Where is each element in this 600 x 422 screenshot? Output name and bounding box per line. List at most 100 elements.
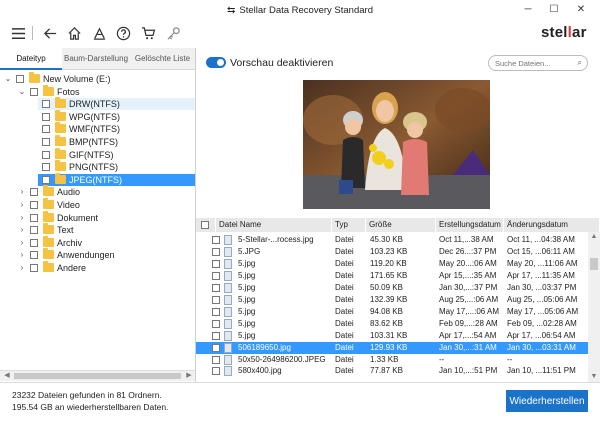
tree-node[interactable]: GIF(NTFS) (38, 147, 195, 161)
scroll-thumb[interactable] (14, 373, 181, 379)
tree-expander-icon[interactable]: › (18, 199, 26, 211)
tree-node[interactable]: › Dokument (0, 210, 195, 224)
minimize-button[interactable]: ─ (516, 2, 540, 18)
tree-expander-icon[interactable]: › (18, 249, 26, 261)
tree-checkbox[interactable] (30, 213, 38, 222)
maximize-button[interactable]: ☐ (542, 2, 566, 18)
row-checkbox[interactable] (212, 307, 220, 316)
tree-checkbox[interactable] (42, 163, 50, 172)
row-checkbox[interactable] (212, 236, 220, 244)
search-box[interactable]: ⌕ (488, 55, 588, 71)
menu-button[interactable] (9, 24, 27, 42)
tree-checkbox[interactable] (30, 238, 38, 247)
tree-node[interactable]: PNG(NTFS) (38, 160, 195, 173)
tree-node[interactable]: › Text (0, 223, 195, 236)
tree-horizontal-scrollbar[interactable]: ◀ ▶ (0, 370, 195, 381)
tree-checkbox[interactable] (42, 150, 50, 159)
table-row[interactable]: 506189650.jpg Datei 129.93 KB Jan 30,...:31… (196, 341, 588, 354)
activation-key-button[interactable] (164, 24, 182, 42)
scroll-left-icon[interactable]: ◀ (2, 371, 12, 381)
tree-checkbox[interactable] (16, 75, 24, 83)
tree-expander-icon[interactable]: › (18, 262, 26, 274)
table-row[interactable]: 5.jpg Datei 50.09 KB Jan 30,...:37 PM Jan 30… (196, 282, 588, 294)
tree-checkbox[interactable] (42, 100, 50, 109)
tree-checkbox[interactable] (30, 251, 38, 260)
row-checkbox[interactable] (212, 367, 220, 376)
table-row[interactable]: 5.jpg Datei 103.31 KB Apr 17,...:54 AM Apr 1… (196, 330, 588, 342)
scroll-right-icon[interactable]: ▶ (184, 371, 194, 381)
tree-node[interactable]: ⌄ New Volume (E:) (0, 72, 195, 85)
tree-checkbox[interactable] (30, 264, 38, 272)
tab-tree-view[interactable]: Baum-Darstellung (62, 48, 130, 70)
search-icon[interactable]: ⌕ (578, 58, 582, 68)
table-cell: 5-Stellar-...rocess.jpg (238, 235, 314, 244)
tree-checkbox[interactable] (42, 175, 50, 184)
tree-expander-icon[interactable]: › (18, 237, 26, 249)
recover-button[interactable]: Wiederherstellen (506, 390, 588, 412)
tree-checkbox[interactable] (30, 201, 38, 209)
table-vertical-scrollbar[interactable]: ▲ ▼ (588, 232, 600, 382)
column-header-name[interactable]: Datei Name (216, 218, 332, 232)
tree-expander-icon[interactable]: › (18, 212, 26, 224)
row-checkbox[interactable] (212, 259, 220, 268)
row-checkbox[interactable] (212, 319, 220, 328)
close-button[interactable]: ✕ (569, 2, 593, 18)
home-button[interactable] (65, 24, 83, 42)
header-select-all[interactable] (196, 218, 216, 232)
tree-checkbox[interactable] (42, 138, 50, 146)
tree-node[interactable]: › Anwendungen (0, 248, 195, 261)
table-row[interactable]: 5-Stellar-...rocess.jpg Datei 45.30 KB Oct … (196, 234, 588, 246)
tree-node[interactable]: › Archiv (0, 235, 195, 249)
tree-expander-icon[interactable]: › (18, 186, 26, 198)
tree-expander-icon[interactable]: ⌄ (4, 73, 12, 85)
row-checkbox[interactable] (212, 343, 220, 352)
tree-checkbox[interactable] (42, 112, 50, 121)
table-cell: 129.93 KB (370, 342, 408, 352)
scroll-down-icon[interactable]: ▼ (588, 372, 600, 382)
scroll-up-icon[interactable]: ▲ (588, 232, 600, 242)
column-header-type[interactable]: Typ (332, 218, 366, 232)
row-checkbox[interactable] (212, 271, 220, 280)
tab-deleted-list[interactable]: Gelöschte Liste (130, 48, 195, 70)
tree-node[interactable]: ⌄ Fotos (0, 84, 195, 98)
table-row[interactable]: 5.jpg Datei 83.62 KB Feb 09,...:28 AM Feb 09… (196, 318, 588, 330)
tree-node[interactable]: WMF(NTFS) (38, 122, 195, 135)
tree-checkbox[interactable] (30, 87, 38, 96)
cart-button[interactable] (139, 24, 157, 42)
table-row[interactable]: 50x50-264986200.JPEG Datei 1.33 KB -- -- (196, 354, 588, 366)
table-row[interactable]: 5.jpg Datei 119.20 KB May 20...:06 AM May 20… (196, 258, 588, 270)
column-header-modified[interactable]: Änderungsdatum (504, 218, 600, 232)
tree-node[interactable]: › Video (0, 198, 195, 211)
tree-node[interactable]: JPEG(NTFS) (38, 172, 195, 186)
tree-checkbox[interactable] (30, 188, 38, 197)
preview-toggle[interactable] (206, 57, 226, 68)
tree-node[interactable]: BMP(NTFS) (38, 135, 195, 148)
tree-checkbox[interactable] (42, 125, 50, 134)
tree-node[interactable]: DRW(NTFS) (38, 97, 195, 111)
row-checkbox[interactable] (212, 331, 220, 340)
tree-node[interactable]: › Audio (0, 185, 195, 198)
row-checkbox[interactable] (212, 283, 220, 292)
tree-checkbox[interactable] (30, 226, 38, 235)
table-row[interactable]: 580x400.jpg Datei 77.87 KB Jan 10,...:51 PM… (196, 365, 588, 377)
back-button[interactable] (41, 24, 59, 42)
scroll-thumb[interactable] (590, 258, 598, 270)
row-checkbox[interactable] (212, 295, 220, 304)
tab-file-type[interactable]: Dateityp (0, 48, 62, 70)
table-row[interactable]: 5.jpg Datei 171.65 KB Apr 15,...:35 AM Apr 1… (196, 270, 588, 282)
tree-node[interactable]: WPG(NTFS) (38, 109, 195, 123)
tree-node[interactable]: › Andere (0, 261, 195, 274)
table-row[interactable]: 5.JPG Datei 103.23 KB Dec 26...:37 PM Oct 15… (196, 246, 588, 258)
column-header-size[interactable]: Größe (366, 218, 436, 232)
tree-expander-icon[interactable]: › (18, 224, 26, 236)
scan-button[interactable] (90, 24, 108, 42)
row-checkbox[interactable] (212, 247, 220, 256)
column-header-created[interactable]: Erstellungsdatum (436, 218, 504, 232)
row-checkbox[interactable] (212, 355, 220, 364)
tree-expander-icon[interactable]: ⌄ (18, 86, 26, 98)
folder-icon (55, 97, 66, 109)
table-row[interactable]: 5.jpg Datei 94.08 KB May 17,...:06 AM May 17… (196, 306, 588, 318)
search-input[interactable] (495, 58, 575, 69)
help-button[interactable] (114, 24, 132, 42)
table-row[interactable]: 5.jpg Datei 132.39 KB Aug 25,...:06 AM Aug 2… (196, 294, 588, 306)
